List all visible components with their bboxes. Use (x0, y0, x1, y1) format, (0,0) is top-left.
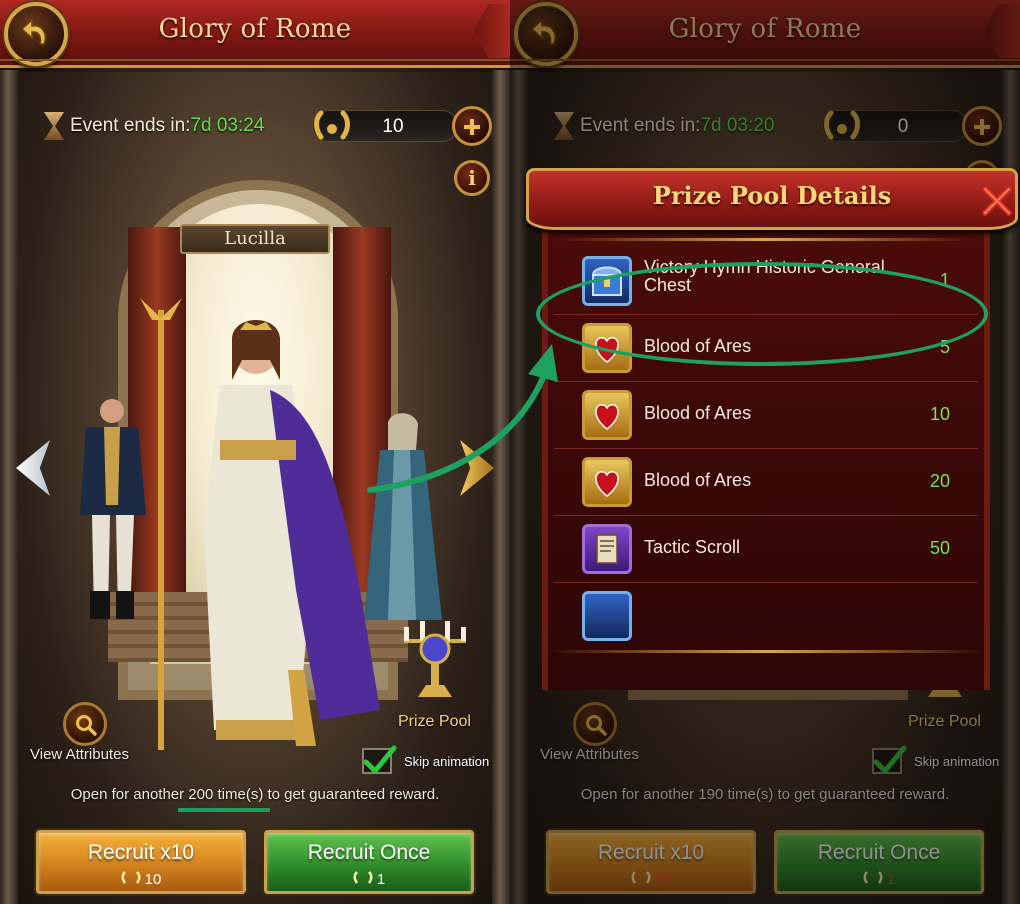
annotation-arrow-icon (367, 344, 558, 493)
magnifier-icon (76, 715, 97, 736)
scroll-icon (582, 524, 632, 574)
prize-pool-icon[interactable] (400, 605, 470, 705)
dialog-banner: Prize Pool Details (526, 168, 1018, 230)
cost-value: 10 (144, 871, 162, 888)
pillar (0, 70, 18, 904)
info-button[interactable]: i (454, 160, 490, 196)
laurel-icon (353, 871, 373, 884)
list-item: Blood of Ares 20 (554, 449, 978, 516)
close-icon[interactable] (977, 181, 1017, 221)
divider (548, 650, 984, 653)
header: Glory of Rome (0, 0, 510, 68)
blood-of-ares-icon (582, 390, 632, 440)
highlight-ellipse (536, 262, 988, 366)
recruit-screen-right: Glory of Rome Event ends in: 7d 03:20 0 … (510, 0, 1020, 904)
recruit-x10-label: Recruit x10 (87, 841, 195, 864)
recruit-once-cost: 1 (267, 871, 471, 888)
item-name: Blood of Ares (644, 403, 752, 423)
item-quantity: 10 (929, 404, 950, 424)
cost-value: 1 (376, 871, 386, 888)
list-item (554, 583, 978, 646)
item-name: Blood of Ares (644, 470, 752, 490)
hourglass-icon (44, 112, 64, 140)
event-label: Event ends in: (70, 115, 191, 136)
item-quantity: 20 (929, 471, 950, 491)
event-time: 7d 03:24 (190, 115, 265, 136)
list-item: Blood of Ares 10 (554, 382, 978, 449)
guarantee-text: Open for another 200 time(s) to get guar… (70, 786, 440, 803)
checkmark-icon (363, 745, 397, 774)
view-attributes-label: View Attributes (30, 746, 129, 763)
item-icon (582, 591, 632, 641)
item-name: Tactic Scroll (644, 537, 741, 557)
highlight-underline (178, 808, 270, 812)
hero-name-plate: Lucilla (180, 224, 330, 254)
skip-animation-checkbox[interactable] (362, 745, 397, 774)
laurel-icon (314, 110, 350, 140)
recruit-x10-button[interactable]: Recruit x10 10 (36, 830, 246, 894)
event-timer: Event ends in: 7d 03:24 (44, 108, 264, 144)
token-counter: 10 (312, 110, 458, 142)
add-token-button[interactable] (452, 106, 492, 146)
page-title: Glory of Rome (158, 14, 352, 44)
header-ribbon (474, 4, 510, 58)
blood-of-ares-icon (582, 457, 632, 507)
item-quantity: 50 (929, 538, 950, 558)
recruit-once-label: Recruit Once (307, 841, 431, 864)
list-item: Tactic Scroll 50 (554, 516, 978, 583)
laurel-icon (121, 871, 141, 884)
skip-animation-label: Skip animation (404, 754, 490, 769)
recruit-x10-cost: 10 (39, 871, 243, 888)
dialog-title: Prize Pool Details (652, 181, 892, 210)
recruit-once-button[interactable]: Recruit Once 1 (264, 830, 474, 894)
view-attributes-button[interactable] (63, 702, 107, 746)
prize-pool-label[interactable]: Prize Pool (398, 713, 471, 731)
token-count: 10 (382, 116, 404, 137)
divider (558, 238, 974, 241)
